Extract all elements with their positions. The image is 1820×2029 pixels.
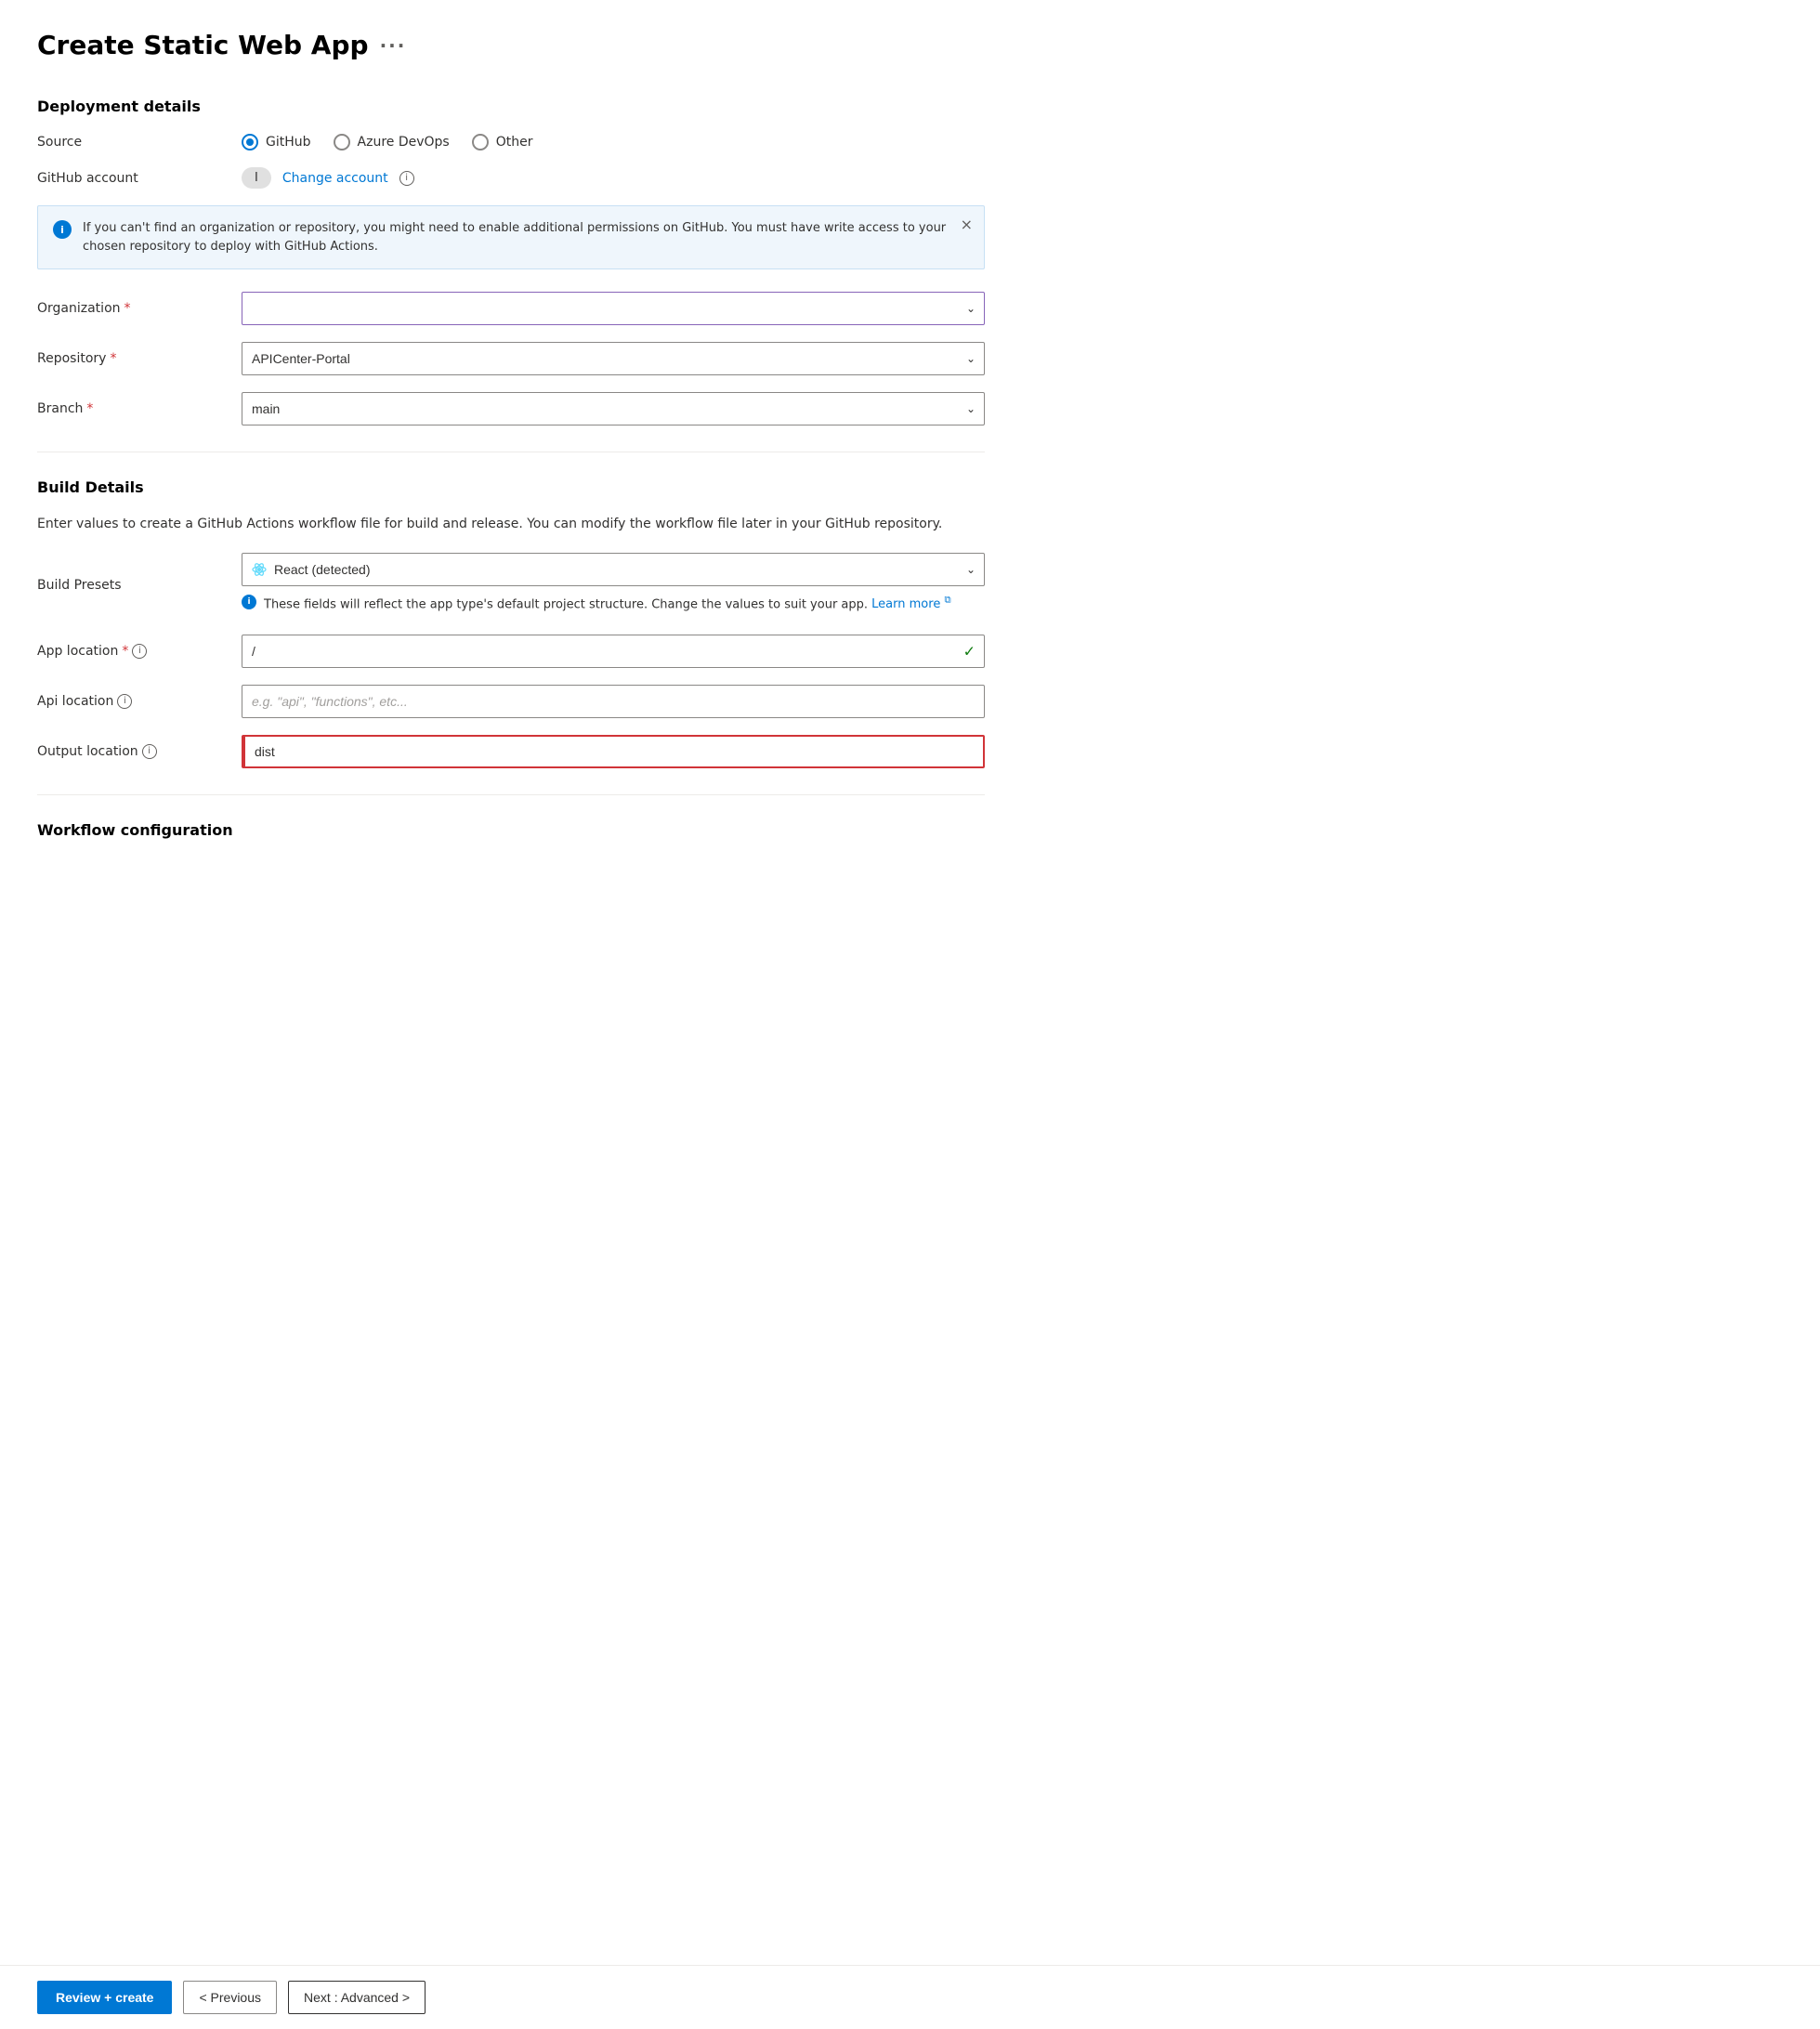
github-account-area: I Change account i (242, 167, 985, 189)
build-workflow-divider (37, 794, 985, 795)
workflow-section: Workflow configuration (37, 821, 985, 839)
review-create-button[interactable]: Review + create (37, 1981, 172, 2014)
repository-select[interactable]: APICenter-Portal (242, 342, 985, 375)
footer: Review + create < Previous Next : Advanc… (0, 1965, 1820, 2029)
react-icon (251, 561, 268, 578)
branch-row: Branch * main ⌄ (37, 392, 985, 425)
output-location-input[interactable] (242, 735, 985, 768)
build-hint-text: These fields will reflect the app type's… (264, 594, 951, 614)
output-location-control (242, 735, 985, 768)
source-other-label: Other (496, 135, 533, 150)
repository-label: Repository * (37, 351, 242, 366)
organization-select-wrapper: ⌄ (242, 292, 985, 325)
build-section-title: Build Details (37, 478, 985, 496)
change-account-info-icon[interactable]: i (399, 171, 414, 186)
page-title: Create Static Web App (37, 30, 369, 60)
page-title-dots: ··· (380, 34, 407, 57)
app-location-label: App location * i (37, 644, 242, 659)
deployment-section-title: Deployment details (37, 98, 985, 115)
build-details-section: Build Details Enter values to create a G… (37, 478, 985, 768)
build-description: Enter values to create a GitHub Actions … (37, 515, 985, 534)
repository-control: APICenter-Portal ⌄ (242, 342, 985, 375)
repository-select-wrapper: APICenter-Portal ⌄ (242, 342, 985, 375)
app-location-control: ✓ (242, 635, 985, 668)
source-options: GitHub Azure DevOps Other (242, 134, 985, 151)
build-presets-select-wrapper: React (detected) ⌄ (242, 553, 985, 586)
deployment-details-section: Deployment details Source GitHub Azure D… (37, 98, 985, 425)
organization-row: Organization * ⌄ (37, 292, 985, 325)
github-account-row: GitHub account I Change account i (37, 167, 985, 189)
info-banner: i If you can't find an organization or r… (37, 205, 985, 269)
api-location-control (242, 685, 985, 718)
build-hint-info-icon: i (242, 595, 256, 609)
page-title-area: Create Static Web App ··· (37, 30, 985, 60)
organization-select[interactable] (242, 292, 985, 325)
source-azure-devops-radio[interactable] (334, 134, 350, 151)
output-location-label: Output location i (37, 744, 242, 759)
banner-close-button[interactable]: × (961, 217, 973, 232)
source-label: Source (37, 135, 242, 150)
build-presets-label: Build Presets (37, 578, 242, 593)
branch-required: * (86, 401, 93, 416)
app-location-input-wrapper: ✓ (242, 635, 985, 668)
app-location-info-icon[interactable]: i (132, 644, 147, 659)
api-location-info-icon[interactable]: i (117, 694, 132, 709)
source-other-radio[interactable] (472, 134, 489, 151)
source-radio-group: GitHub Azure DevOps Other (242, 134, 985, 151)
workflow-section-title: Workflow configuration (37, 821, 985, 839)
app-location-required: * (122, 644, 128, 659)
output-location-row: Output location i (37, 735, 985, 768)
build-presets-select[interactable]: React (detected) (242, 553, 985, 586)
repository-required: * (110, 351, 116, 366)
branch-select-wrapper: main ⌄ (242, 392, 985, 425)
organization-required: * (124, 301, 131, 316)
api-location-label: Api location i (37, 694, 242, 709)
build-presets-control: React (detected) ⌄ i These fields will r… (242, 553, 985, 618)
change-account-link[interactable]: Change account (282, 171, 388, 186)
footer-spacer (37, 865, 985, 939)
source-azure-devops-label: Azure DevOps (358, 135, 450, 150)
source-other-option[interactable]: Other (472, 134, 533, 151)
branch-select[interactable]: main (242, 392, 985, 425)
app-location-row: App location * i ✓ (37, 635, 985, 668)
source-github-label: GitHub (266, 135, 311, 150)
build-presets-hint: i These fields will reflect the app type… (242, 594, 985, 614)
account-pill: I (242, 167, 271, 189)
api-location-input[interactable] (242, 685, 985, 718)
source-github-radio[interactable] (242, 134, 258, 151)
next-advanced-button[interactable]: Next : Advanced > (288, 1981, 426, 2014)
app-location-checkmark-icon: ✓ (963, 642, 975, 660)
info-banner-text: If you can't find an organization or rep… (83, 219, 969, 255)
branch-label: Branch * (37, 401, 242, 416)
source-row: Source GitHub Azure DevOps Other (37, 134, 985, 151)
repository-row: Repository * APICenter-Portal ⌄ (37, 342, 985, 375)
learn-more-external-icon: ⧉ (944, 596, 950, 606)
api-location-row: Api location i (37, 685, 985, 718)
branch-control: main ⌄ (242, 392, 985, 425)
organization-label: Organization * (37, 301, 242, 316)
output-location-info-icon[interactable]: i (142, 744, 157, 759)
organization-control: ⌄ (242, 292, 985, 325)
info-banner-icon: i (53, 220, 72, 239)
github-account-info: I Change account i (242, 167, 985, 189)
build-presets-row: Build Presets React (detected) ⌄ i These… (37, 553, 985, 618)
github-account-label: GitHub account (37, 171, 242, 186)
source-azure-devops-option[interactable]: Azure DevOps (334, 134, 450, 151)
source-github-option[interactable]: GitHub (242, 134, 311, 151)
previous-button[interactable]: < Previous (183, 1981, 277, 2014)
learn-more-link[interactable]: Learn more ⧉ (871, 597, 950, 611)
app-location-input[interactable] (242, 635, 985, 668)
